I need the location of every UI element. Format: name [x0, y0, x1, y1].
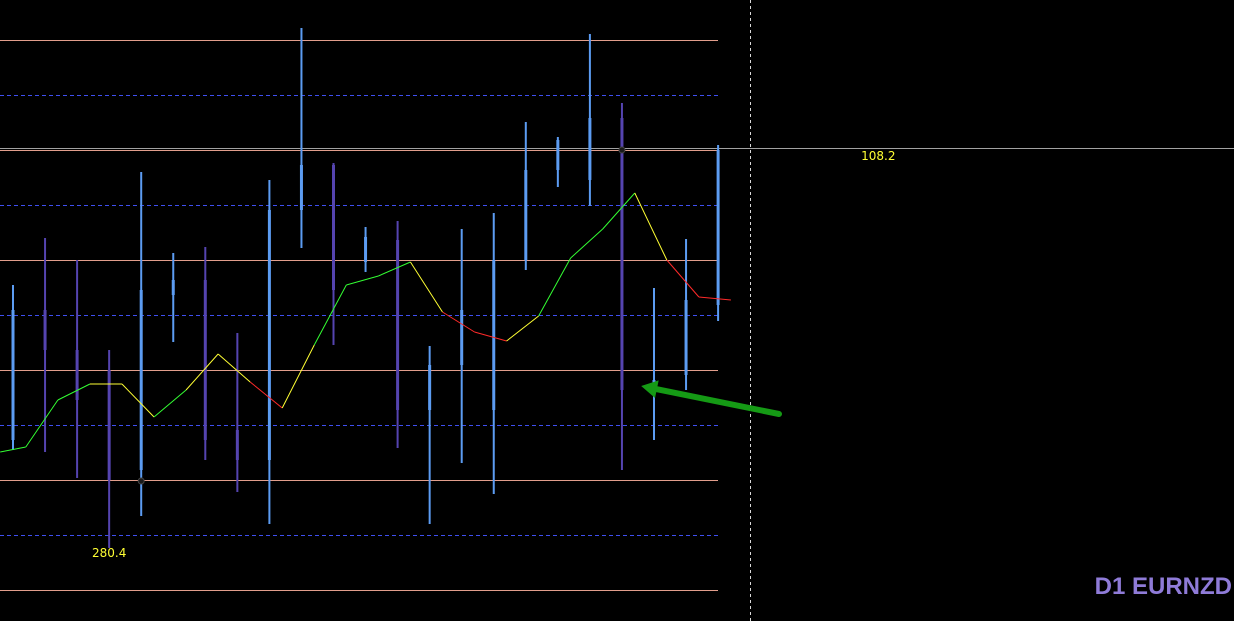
arrow-shaft: [650, 385, 782, 417]
trend-line-segment: [698, 296, 731, 301]
trend-line-segment: [378, 261, 411, 277]
price-chart[interactable]: 108.2 280.4: [0, 0, 1234, 621]
candle-body: [524, 170, 528, 260]
candle-body: [716, 150, 720, 305]
trend-line-segment: [346, 275, 379, 286]
candle-body: [492, 260, 496, 410]
trend-line-segment: [313, 284, 347, 346]
candle-body: [620, 118, 624, 390]
symbol-timeframe-label: D1 EURNZD: [1094, 573, 1232, 600]
trend-line-segment: [666, 259, 700, 298]
trend-line-segment: [25, 399, 59, 448]
candle-body: [588, 118, 592, 180]
candle-body: [139, 290, 143, 470]
candle-body: [460, 310, 464, 365]
arrow-head: [641, 380, 659, 399]
candle-body: [267, 210, 271, 460]
candle-body: [299, 165, 303, 210]
trend-line-segment: [538, 257, 572, 317]
candle-body: [556, 140, 560, 170]
price-marker: [618, 146, 626, 154]
chart-window: 108.2 280.4 D1 EURNZD: [0, 0, 1234, 621]
candle-body: [43, 310, 47, 350]
candle-body: [171, 280, 175, 295]
candle-body: [396, 240, 400, 410]
trend-line-segment: [409, 261, 443, 313]
trend-line-segment: [217, 353, 251, 383]
candle-body: [11, 310, 15, 440]
trend-line-segment: [153, 389, 187, 418]
trend-line-segment: [121, 383, 155, 418]
trend-line-segment: [281, 344, 315, 409]
trend-line-segment: [506, 315, 539, 342]
candle-body: [332, 165, 335, 290]
candle-body: [75, 350, 79, 400]
trend-line-segment: [570, 228, 604, 259]
price-marker: [137, 477, 145, 485]
candle-body: [364, 237, 368, 262]
trend-line-segment: [57, 383, 91, 401]
trend-line-segment: [634, 192, 668, 261]
trend-line-segment: [249, 381, 283, 409]
price-annotation: 280.4: [92, 546, 126, 560]
candle-body: [428, 365, 432, 410]
price-annotation: 108.2: [861, 149, 895, 163]
candle-body: [107, 370, 111, 480]
trend-line-segment: [602, 192, 636, 230]
trend-line-segment: [185, 353, 219, 391]
candle-body: [235, 430, 239, 460]
candle-body: [203, 280, 207, 440]
trend-line-segment: [474, 331, 507, 342]
candle-body: [684, 300, 688, 375]
